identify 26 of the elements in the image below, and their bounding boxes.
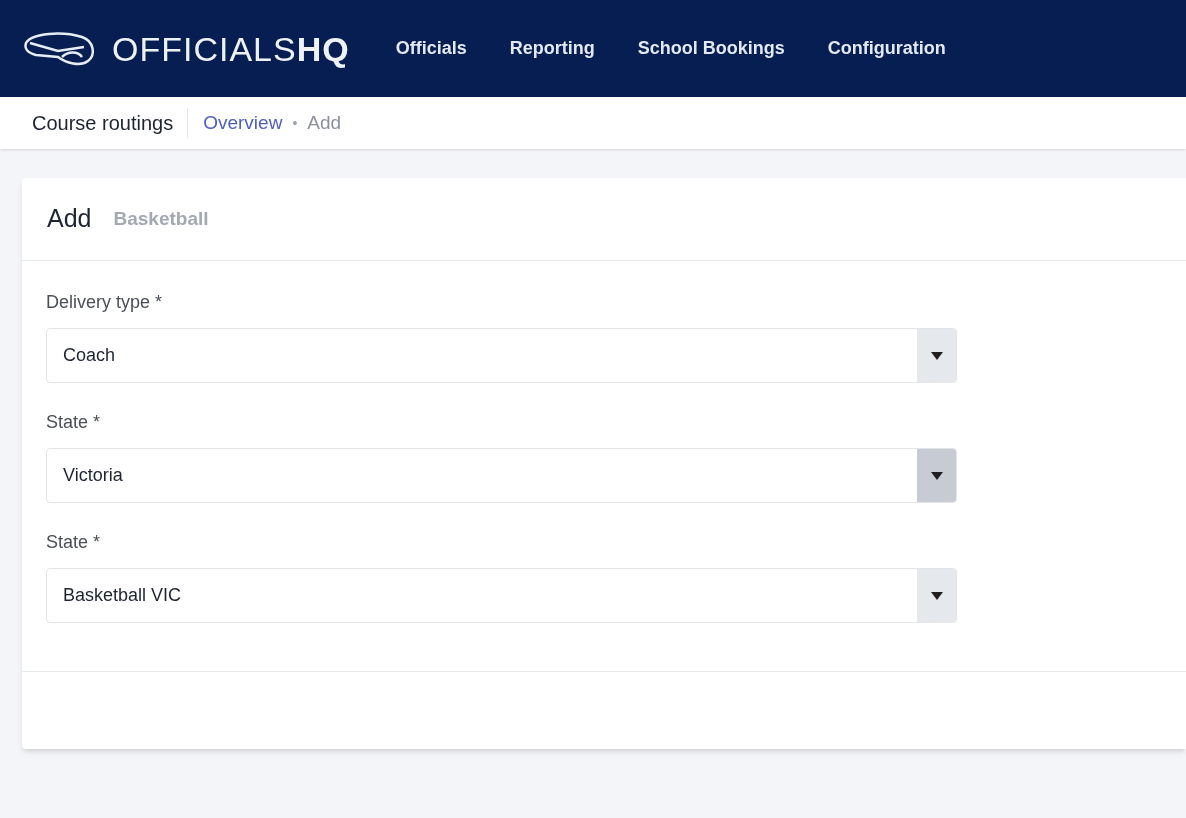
dropdown-toggle[interactable] [917,329,956,382]
select-field[interactable]: Victoria [46,448,957,503]
card-subtitle: Basketball [113,206,209,231]
breadcrumb-current: Add [307,110,342,135]
nav-link[interactable]: Reporting [509,35,595,62]
select-value: Basketball VIC [62,584,183,607]
brand-wordmark: OFFICIALSHQ [112,31,350,66]
field-label: State * [46,531,102,554]
caret-icon [930,351,943,360]
select-value: Coach [62,344,117,367]
field-label: State * [46,411,102,434]
caret-icon [930,471,943,480]
nav-link[interactable]: Officials [395,35,467,62]
dropdown-toggle[interactable] [917,569,956,622]
section-title: Course routings [32,108,189,138]
dropdown-toggle[interactable] [917,449,956,502]
overview-link[interactable]: Overview [203,108,283,138]
field-label: Delivery type * [46,291,164,314]
nav-link[interactable]: School Bookings [637,35,785,62]
card-title: Add [47,203,92,235]
select-field[interactable]: Coach [46,328,957,383]
select-value: Victoria [62,464,124,487]
nav-link[interactable]: Configuration [827,35,946,62]
caret-icon [930,591,943,600]
select-field[interactable]: Basketball VIC [46,568,957,623]
breadcrumb-separator: • [292,113,298,133]
